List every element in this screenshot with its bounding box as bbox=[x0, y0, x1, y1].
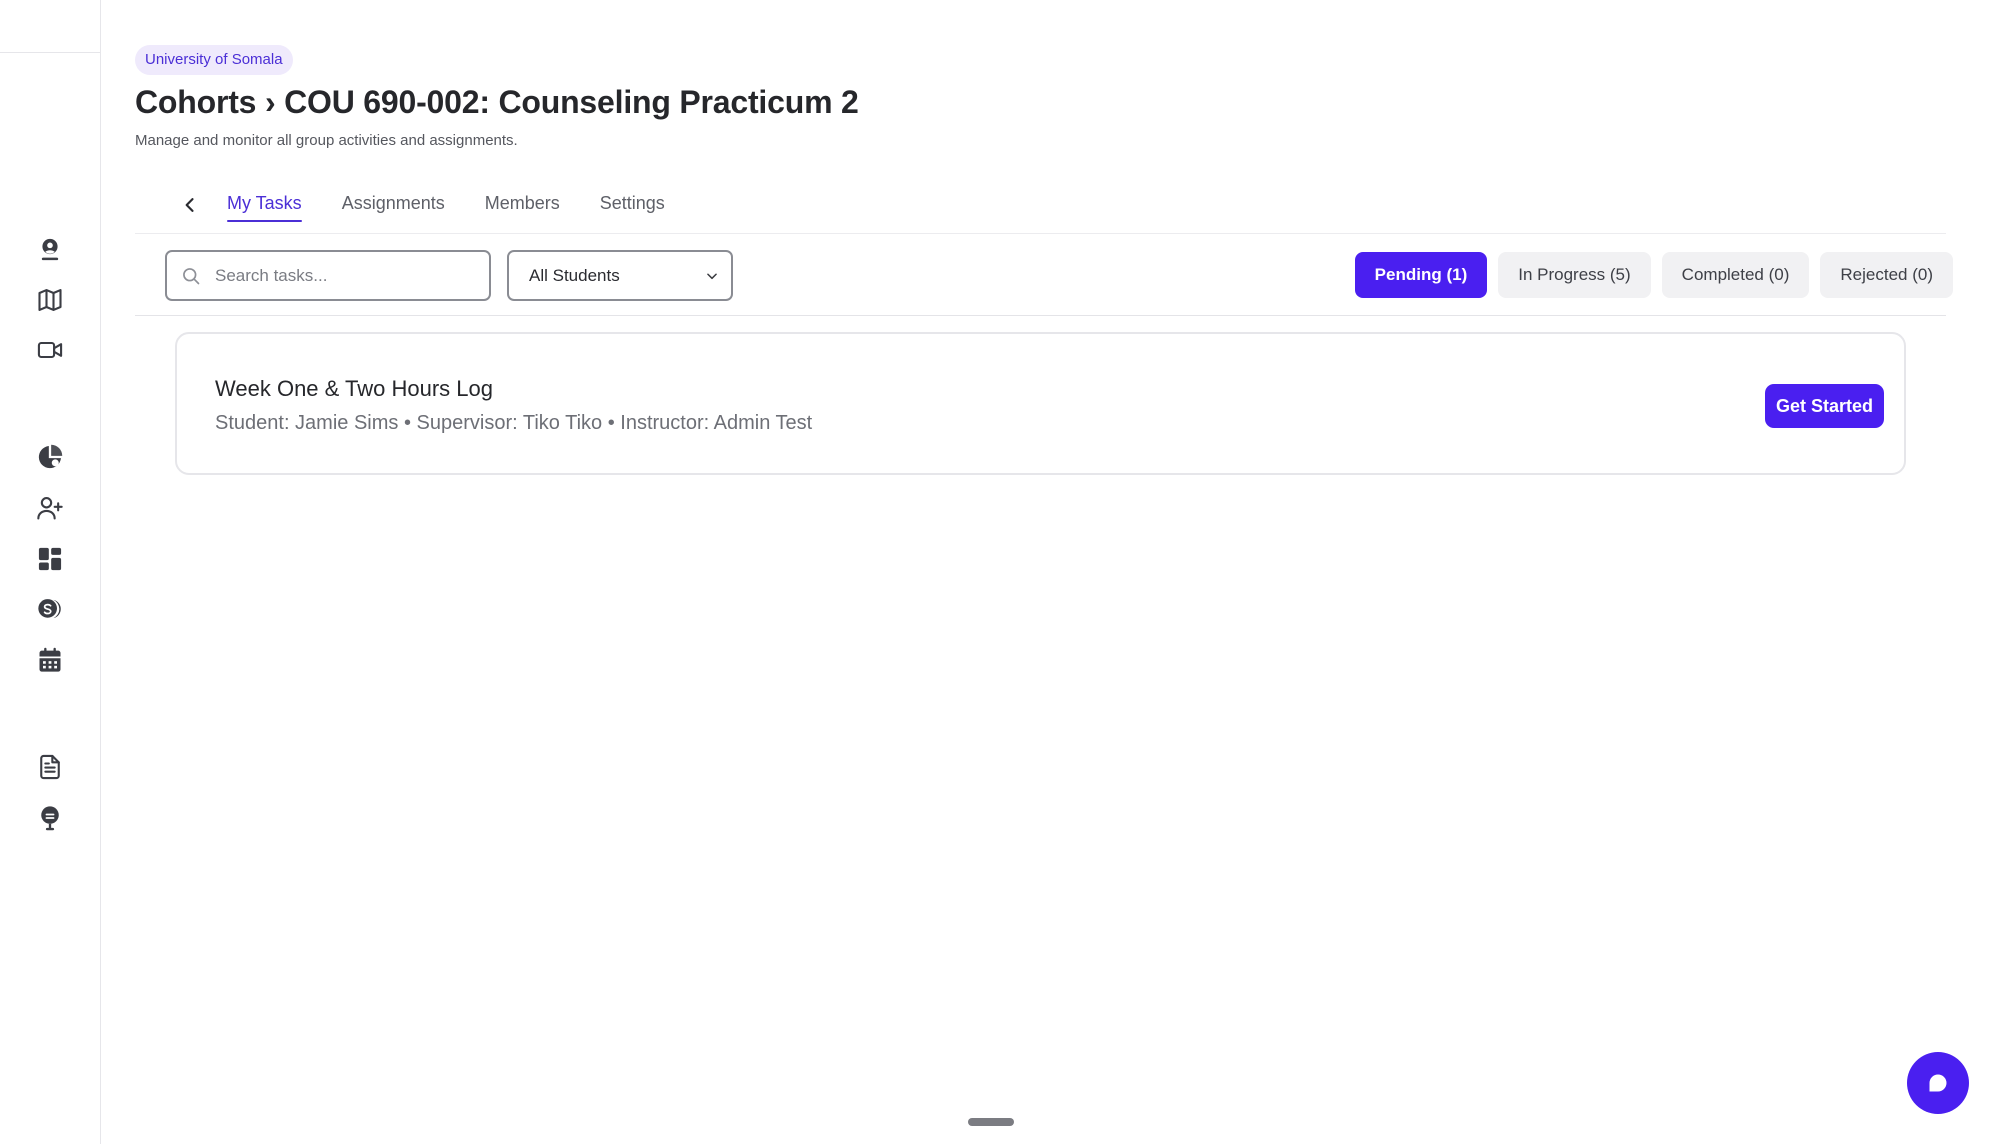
chevron-left-icon bbox=[185, 198, 194, 212]
chevron-down-icon bbox=[707, 272, 717, 279]
get-started-button[interactable]: Get Started bbox=[1764, 384, 1884, 428]
status-filter-group: Pending (1) In Progress (5) Completed (0… bbox=[1344, 252, 1953, 298]
organization-badge: University of Somala bbox=[135, 45, 293, 75]
search-icon bbox=[183, 267, 200, 284]
drag-handle[interactable] bbox=[968, 1118, 1014, 1126]
filter-completed-button[interactable]: Completed (0) bbox=[1661, 252, 1810, 298]
search-box bbox=[165, 250, 491, 301]
sidebar bbox=[0, 0, 101, 1144]
user-add-icon[interactable] bbox=[34, 492, 66, 524]
map-icon[interactable] bbox=[34, 284, 66, 316]
sidebar-divider bbox=[0, 52, 101, 53]
task-card: Week One & Two Hours Log Student: Jamie … bbox=[175, 332, 1906, 475]
tab-bar: My Tasks Assignments Members Settings bbox=[175, 180, 705, 230]
filter-pending-button[interactable]: Pending (1) bbox=[1354, 252, 1488, 298]
student-filter-select[interactable]: All Students bbox=[507, 250, 733, 301]
coins-icon[interactable] bbox=[34, 593, 66, 625]
filter-rejected-button[interactable]: Rejected (0) bbox=[1820, 252, 1953, 298]
chart-pie-icon[interactable] bbox=[34, 441, 66, 473]
toolbar-divider-top bbox=[135, 233, 1946, 234]
dashboard-icon[interactable] bbox=[34, 543, 66, 575]
page-subtitle: Manage and monitor all group activities … bbox=[135, 132, 518, 149]
student-filter-value: All Students bbox=[529, 265, 620, 285]
search-input[interactable] bbox=[215, 265, 475, 286]
filter-in-progress-button[interactable]: In Progress (5) bbox=[1498, 252, 1651, 298]
tab-my-tasks[interactable]: My Tasks bbox=[227, 188, 302, 222]
tab-settings[interactable]: Settings bbox=[600, 188, 665, 222]
tab-assignments[interactable]: Assignments bbox=[342, 188, 445, 222]
task-title: Week One & Two Hours Log bbox=[215, 376, 493, 401]
tab-members[interactable]: Members bbox=[485, 188, 560, 222]
microphone-icon[interactable] bbox=[34, 802, 66, 834]
user-pin-icon[interactable] bbox=[34, 234, 66, 266]
chat-bubble-icon bbox=[1929, 1074, 1947, 1092]
task-meta: Student: Jamie Sims • Supervisor: Tiko T… bbox=[215, 412, 813, 434]
page-title: Cohorts › COU 690-002: Counseling Practi… bbox=[135, 84, 859, 120]
back-button[interactable] bbox=[175, 190, 205, 220]
document-icon[interactable] bbox=[34, 751, 66, 783]
toolbar-divider-bottom bbox=[135, 315, 1946, 316]
calendar-icon[interactable] bbox=[34, 644, 66, 676]
chat-button[interactable] bbox=[1907, 1052, 1969, 1114]
video-icon[interactable] bbox=[34, 334, 66, 366]
